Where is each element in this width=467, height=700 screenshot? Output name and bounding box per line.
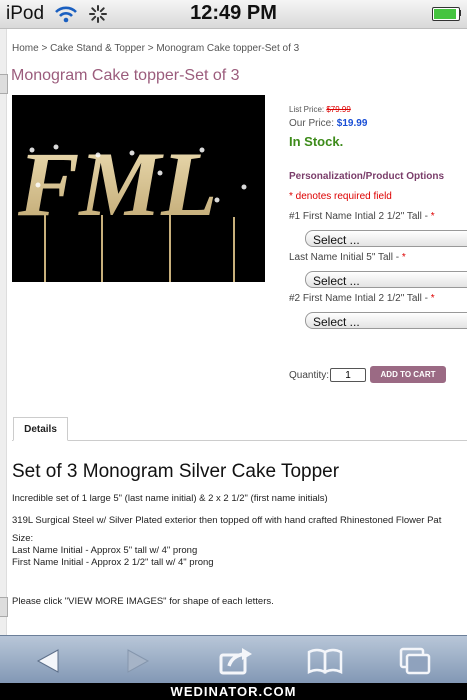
select-first-initial-1[interactable]: Select ... [305,230,467,247]
description-line: 319L Surgical Steel w/ Silver Plated ext… [12,515,442,526]
list-price-label: List Price: [289,105,325,114]
option-label-last-initial: Last Name Initial 5" Tall - * [289,252,406,263]
status-bar: iPod 12:49 PM [0,0,467,29]
battery-icon [432,7,460,21]
page-left-edge [0,29,7,635]
share-icon [219,648,252,675]
description-title: Set of 3 Monogram Silver Cake Topper [12,461,340,482]
option-label-text: #1 First Name Intial 2 1/2" Tall - [289,211,431,222]
description-line: Incredible set of 1 large 5" (last name … [12,493,328,504]
tabs-button[interactable] [395,646,435,676]
description-line: Last Name Initial - Approx 5" tall w/ 4"… [12,545,198,556]
option-label-text: #2 First Name Intial 2 1/2" Tall - [289,293,431,304]
web-page: Home > Cake Stand & Topper > Monogram Ca… [0,29,467,635]
forward-arrow-icon [127,649,150,673]
browser-toolbar [0,635,467,684]
option-label-first-initial-1: #1 First Name Intial 2 1/2" Tall - * [289,211,435,222]
select-last-initial[interactable]: Select ... [305,271,467,288]
breadcrumb[interactable]: Home > Cake Stand & Topper > Monogram Ca… [12,43,299,54]
description-line: Size: [12,533,34,544]
battery-tip [459,10,461,16]
required-note: * denotes required field [289,191,392,202]
quantity-input[interactable]: 1 [330,368,366,382]
our-price: $19.99 [336,118,368,129]
page-title: Monogram Cake topper-Set of 3 [11,67,240,84]
our-price-label: Our Price: [289,118,335,129]
option-label-first-initial-2: #2 First Name Intial 2 1/2" Tall - * [289,293,435,304]
required-asterisk: * [430,211,435,222]
stock-status: In Stock. [289,134,344,149]
add-to-cart-button[interactable]: ADD TO CART [370,366,446,383]
required-asterisk: * [430,293,435,304]
description-line: First Name Initial - Approx 2 1/2" tall … [12,557,214,568]
tab-divider [12,440,467,441]
options-heading: Personalization/Product Options [289,171,445,182]
scroll-edge-handle-bottom[interactable] [0,597,8,617]
share-button[interactable] [216,646,256,676]
cake-topper-letters-image: FML [17,133,247,282]
product-image[interactable]: FML [12,95,265,282]
tabs-icon [399,647,431,675]
clock: 12:49 PM [190,2,277,24]
select-first-initial-2[interactable]: Select ... [305,312,467,329]
quantity-label: Quantity: [289,370,330,381]
scroll-edge-handle-top[interactable] [0,74,8,94]
back-arrow-icon [36,649,59,673]
watermark: WEDINATOR.COM [0,683,467,700]
back-button[interactable] [28,646,68,676]
forward-button[interactable] [118,646,158,676]
bookmarks-icon [307,648,343,675]
option-label-text: Last Name Initial 5" Tall - [289,252,402,263]
list-price: $79.99 [326,105,351,114]
bookmarks-button[interactable] [305,646,345,676]
list-price-row: List Price: $79.99 [289,105,351,114]
monogram-letters: FML [17,133,217,235]
tab-details[interactable]: Details [13,417,68,441]
required-asterisk: * [401,252,406,263]
view-more-images-note: Please click "VIEW MORE IMAGES" for shap… [12,596,274,607]
our-price-row: Our Price: $19.99 [289,118,367,129]
